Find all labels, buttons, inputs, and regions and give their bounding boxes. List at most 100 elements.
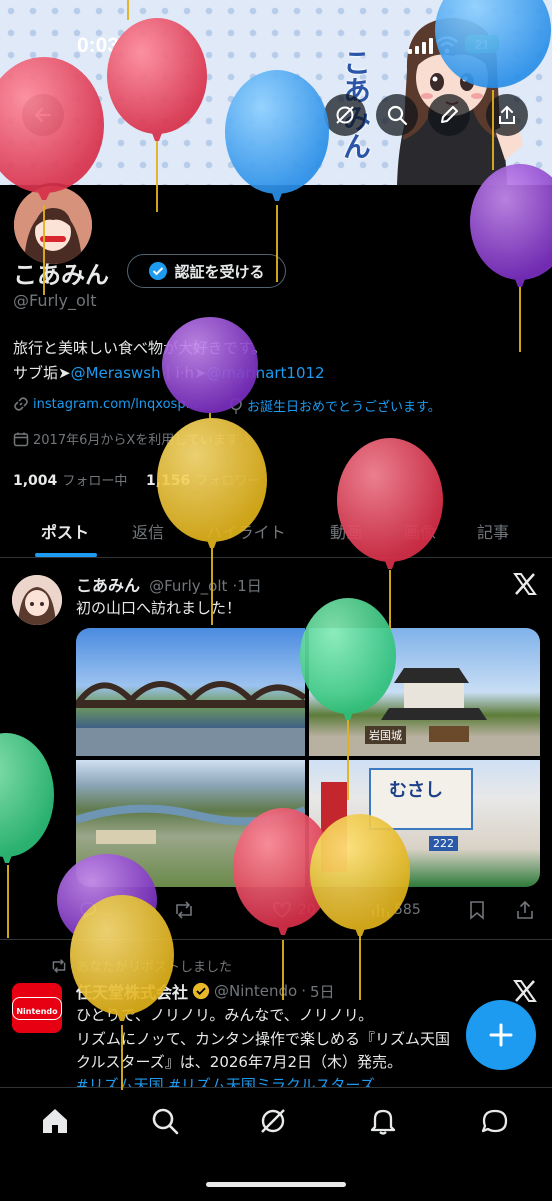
shop-sign-text: むさし [389, 780, 443, 801]
status-time: 0:03 [77, 34, 120, 57]
post2-separator: · [301, 982, 307, 1000]
gold-verified-icon [192, 982, 210, 1000]
share-button[interactable] [486, 94, 528, 136]
bell-icon[interactable] [368, 1106, 398, 1136]
post-handle: @Furly_olt [149, 577, 228, 595]
verify-button-label: 認証を受ける [174, 262, 265, 281]
repost-label: あなたがリポストしました [76, 960, 233, 975]
post2-line-1: ひとりで、ノリノリ。みんなで、ノリノリ。 [76, 1006, 374, 1024]
post-text: 初の山口へ訪れました！ [76, 599, 242, 617]
share-icon [499, 105, 515, 124]
photo-shop-sign-musashi: むさし [369, 768, 473, 830]
followers-stat[interactable]: 1,156 フォロワー [146, 470, 260, 489]
back-arrow-icon [34, 107, 52, 123]
balloon-icon [230, 397, 242, 414]
bio-prefix: サブ垢➤ [13, 364, 71, 382]
tab-images[interactable]: 画像 [404, 519, 436, 543]
messages-icon[interactable] [480, 1106, 510, 1136]
reply-icon[interactable] [78, 900, 98, 920]
compose-button[interactable] [428, 94, 470, 136]
calendar-icon [13, 432, 29, 446]
home-icon[interactable] [40, 1106, 70, 1136]
signal-icon [408, 38, 433, 54]
post-author[interactable]: こあみん [76, 576, 140, 595]
repost-icon[interactable] [173, 900, 195, 920]
avatar-illustration [14, 186, 92, 264]
followers-label: フォロワー [195, 474, 261, 489]
bio-line-1: 旅行と美味しい食べ物が大好きです。 [13, 339, 267, 357]
repost-small-icon [52, 958, 66, 973]
post-avatar-illustration [12, 575, 62, 625]
share-post-icon[interactable] [515, 900, 535, 920]
verified-badge-icon [149, 262, 168, 280]
nintendo-logo-text: Nintendo [16, 1006, 58, 1016]
post2-header: 任天堂株式会社 @Nintendo · 5日 [76, 979, 335, 1003]
post-avatar[interactable] [12, 575, 62, 625]
photo-price-sign: 222 [429, 836, 458, 851]
bottom-navigation [0, 1087, 552, 1201]
repost-indicator: あなたがリポストしました [50, 956, 232, 975]
following-count: 1,004 [13, 473, 58, 489]
active-tab-indicator [35, 553, 97, 557]
new-post-button[interactable] [466, 1000, 536, 1070]
search-icon [387, 105, 408, 126]
photo-city-view[interactable] [76, 760, 305, 887]
tab-posts[interactable]: ポスト [41, 519, 89, 543]
photo-musashi-shop[interactable]: むさし 222 [309, 760, 540, 887]
bookmark-icon[interactable] [468, 900, 486, 920]
post2-author[interactable]: 任天堂株式会社 [76, 979, 188, 1003]
website-url: instagram.com/lnqxosp... [33, 396, 198, 412]
search-nav-icon[interactable] [150, 1106, 180, 1136]
joined-date[interactable]: 2017年6月からXを利用しています › [13, 429, 250, 448]
views-icon[interactable] [370, 900, 390, 920]
verify-button[interactable]: 認証を受ける [127, 254, 286, 288]
post2-time: 5日 [310, 982, 335, 1001]
x-logo-icon-2[interactable] [513, 980, 537, 1002]
photo-iwakuni-castle[interactable]: 岩国城 [309, 628, 540, 756]
post-header: こあみん @Furly_olt ·1日 [76, 572, 262, 596]
joined-text: 2017年6月からXを利用しています [33, 433, 239, 448]
search-button[interactable] [376, 94, 418, 136]
post2-handle: @Nintendo [214, 982, 298, 1000]
post-photo-grid: 岩国城 むさし 222 [76, 628, 540, 887]
post-divider [0, 939, 552, 940]
battery-indicator: 21 [465, 35, 499, 53]
like-count: 20 [298, 902, 316, 918]
website-link[interactable]: instagram.com/lnqxosp... [13, 396, 198, 412]
like-icon[interactable] [272, 900, 292, 920]
post2-line-2: リズムにノッて、カンタン操作で楽しめる『リズム天国 [76, 1030, 450, 1048]
birthday-info: お誕生日おめでとうございます。 [229, 396, 441, 415]
photo-sign-iwakunijo: 岩国城 [365, 726, 406, 744]
x-logo-icon[interactable] [513, 573, 537, 595]
following-stat[interactable]: 1,004 フォロー中 [13, 470, 127, 489]
profile-handle: @Furly_olt [13, 291, 97, 310]
profile-banner: こあみん [0, 0, 552, 185]
grok-icon [336, 106, 354, 124]
chevron-right-icon: › [244, 430, 251, 447]
tab-highlights[interactable]: ハイライト [206, 519, 286, 543]
display-name: こあみん [13, 261, 109, 289]
grok-button[interactable] [324, 94, 366, 136]
tab-videos[interactable]: 動画 [330, 519, 362, 543]
followers-count: 1,156 [146, 473, 191, 489]
post-time: 1日 [237, 577, 262, 595]
view-count: 585 [394, 902, 421, 918]
tab-articles[interactable]: 記事 [477, 519, 509, 543]
plus-icon [489, 1023, 513, 1047]
bio-mid-text: ｜i·h➤ [160, 364, 207, 382]
post2-line-3: クルスターズ』は、2026年7月2日（木）発売。 [76, 1053, 403, 1071]
tab-replies[interactable]: 返信 [132, 519, 164, 543]
wifi-icon [436, 36, 458, 54]
back-button[interactable] [22, 94, 64, 136]
photo-kintai-bridge[interactable] [76, 628, 305, 756]
nintendo-avatar[interactable]: Nintendo [12, 983, 62, 1033]
profile-tabs: ポスト 返信 ハイライト 動画 画像 記事 [0, 505, 552, 558]
photo-red-banner [321, 782, 347, 872]
grok-nav-icon[interactable] [258, 1106, 288, 1136]
battery-level: 21 [474, 36, 490, 52]
bio-link-art-account[interactable]: @marinart1012 [207, 364, 325, 382]
bio-link-sub-account[interactable]: @Meraswsh [71, 364, 161, 382]
nintendo-logo: Nintendo [12, 996, 62, 1020]
home-indicator [206, 1182, 346, 1187]
birthday-text: お誕生日おめでとうございます。 [247, 400, 441, 415]
